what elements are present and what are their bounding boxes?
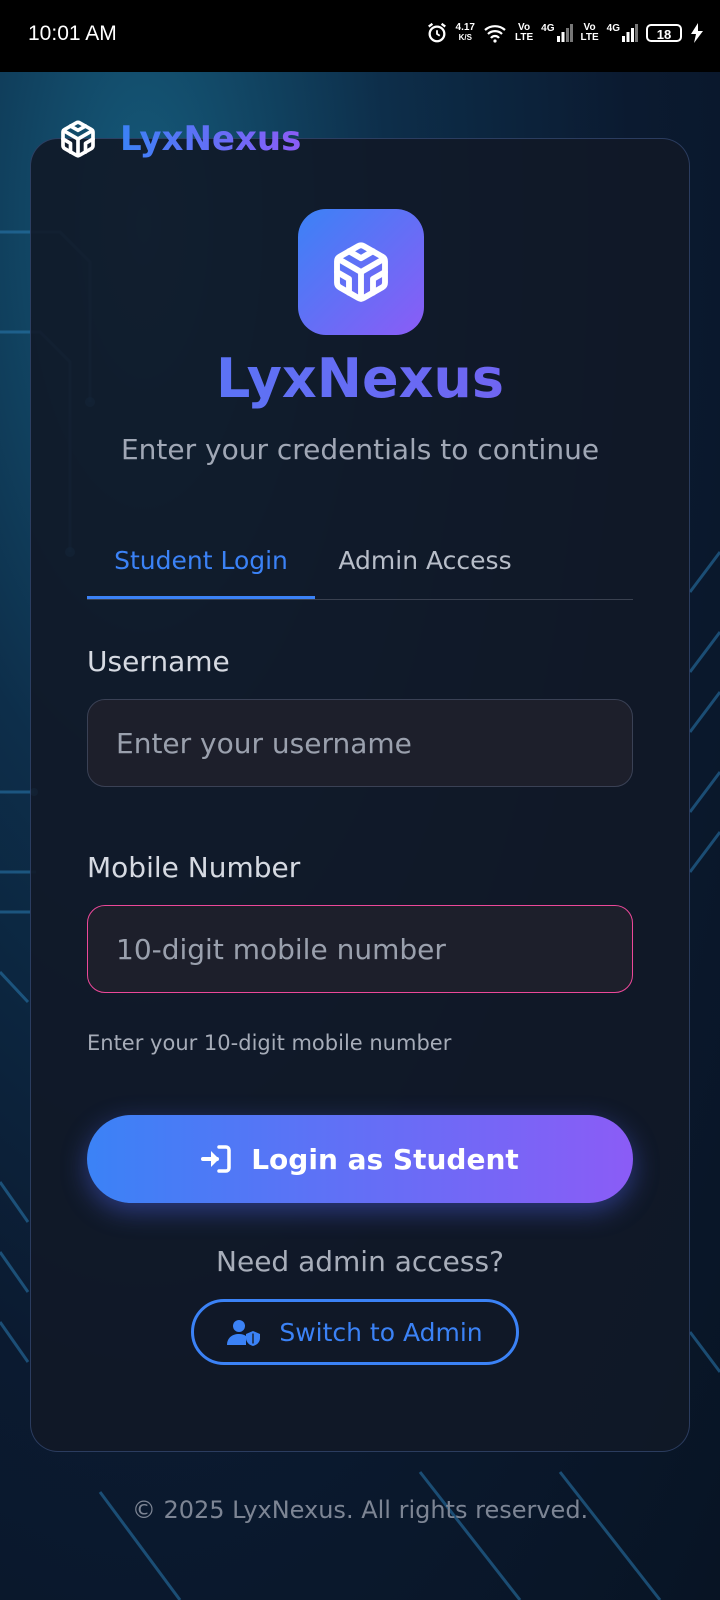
sim1-network: 4G xyxy=(541,24,573,42)
username-input[interactable] xyxy=(87,699,633,787)
sim2-volte: Vo LTE xyxy=(580,22,599,43)
header-brand-name: LyxNexus xyxy=(120,119,302,159)
login-button-label: Login as Student xyxy=(251,1142,519,1176)
status-bar: 10:01 AM 4.17 K/S Vo LTE 4G Vo LTE 4G 18 xyxy=(0,0,720,72)
status-time: 10:01 AM xyxy=(28,22,117,45)
login-tabs: Student Login Admin Access xyxy=(87,535,633,600)
page-subtitle: Enter your credentials to continue xyxy=(120,433,600,466)
app-logo xyxy=(298,209,424,335)
switch-to-admin-button[interactable]: Switch to Admin xyxy=(191,1299,519,1365)
login-button[interactable]: Login as Student xyxy=(87,1115,633,1203)
tab-admin-access[interactable]: Admin Access xyxy=(325,535,525,599)
codesandbox-icon xyxy=(334,242,388,302)
mobile-hint: Enter your 10-digit mobile number xyxy=(87,1031,452,1055)
sim2-network: 4G xyxy=(607,24,638,42)
user-shield-icon xyxy=(227,1320,261,1346)
tab-student-login[interactable]: Student Login xyxy=(87,535,315,599)
header-brand[interactable]: LyxNexus xyxy=(58,118,301,160)
signal-icon xyxy=(622,24,638,42)
alarm-icon xyxy=(427,22,446,43)
wifi-icon xyxy=(484,25,506,43)
charging-icon xyxy=(691,23,703,43)
mobile-input[interactable] xyxy=(87,905,633,993)
switch-to-admin-label: Switch to Admin xyxy=(279,1317,483,1347)
net-speed: 4.17 K/S xyxy=(455,22,475,43)
battery-indicator: 18 xyxy=(646,24,682,42)
mobile-label: Mobile Number xyxy=(87,851,301,884)
codesandbox-icon xyxy=(61,120,95,158)
signal-icon xyxy=(556,24,573,42)
footer-copyright: © 2025 LyxNexus. All rights reserved. xyxy=(131,1496,589,1524)
status-icons: 4.17 K/S Vo LTE 4G Vo LTE 4G 18 xyxy=(426,22,704,44)
username-label: Username xyxy=(87,645,230,678)
sim1-volte: Vo LTE xyxy=(515,22,534,43)
page-title: LyxNexus xyxy=(31,347,689,410)
login-card: LyxNexus Enter your credentials to conti… xyxy=(30,138,690,1452)
admin-prompt: Need admin access? xyxy=(216,1245,504,1278)
sign-in-icon xyxy=(201,1145,231,1173)
